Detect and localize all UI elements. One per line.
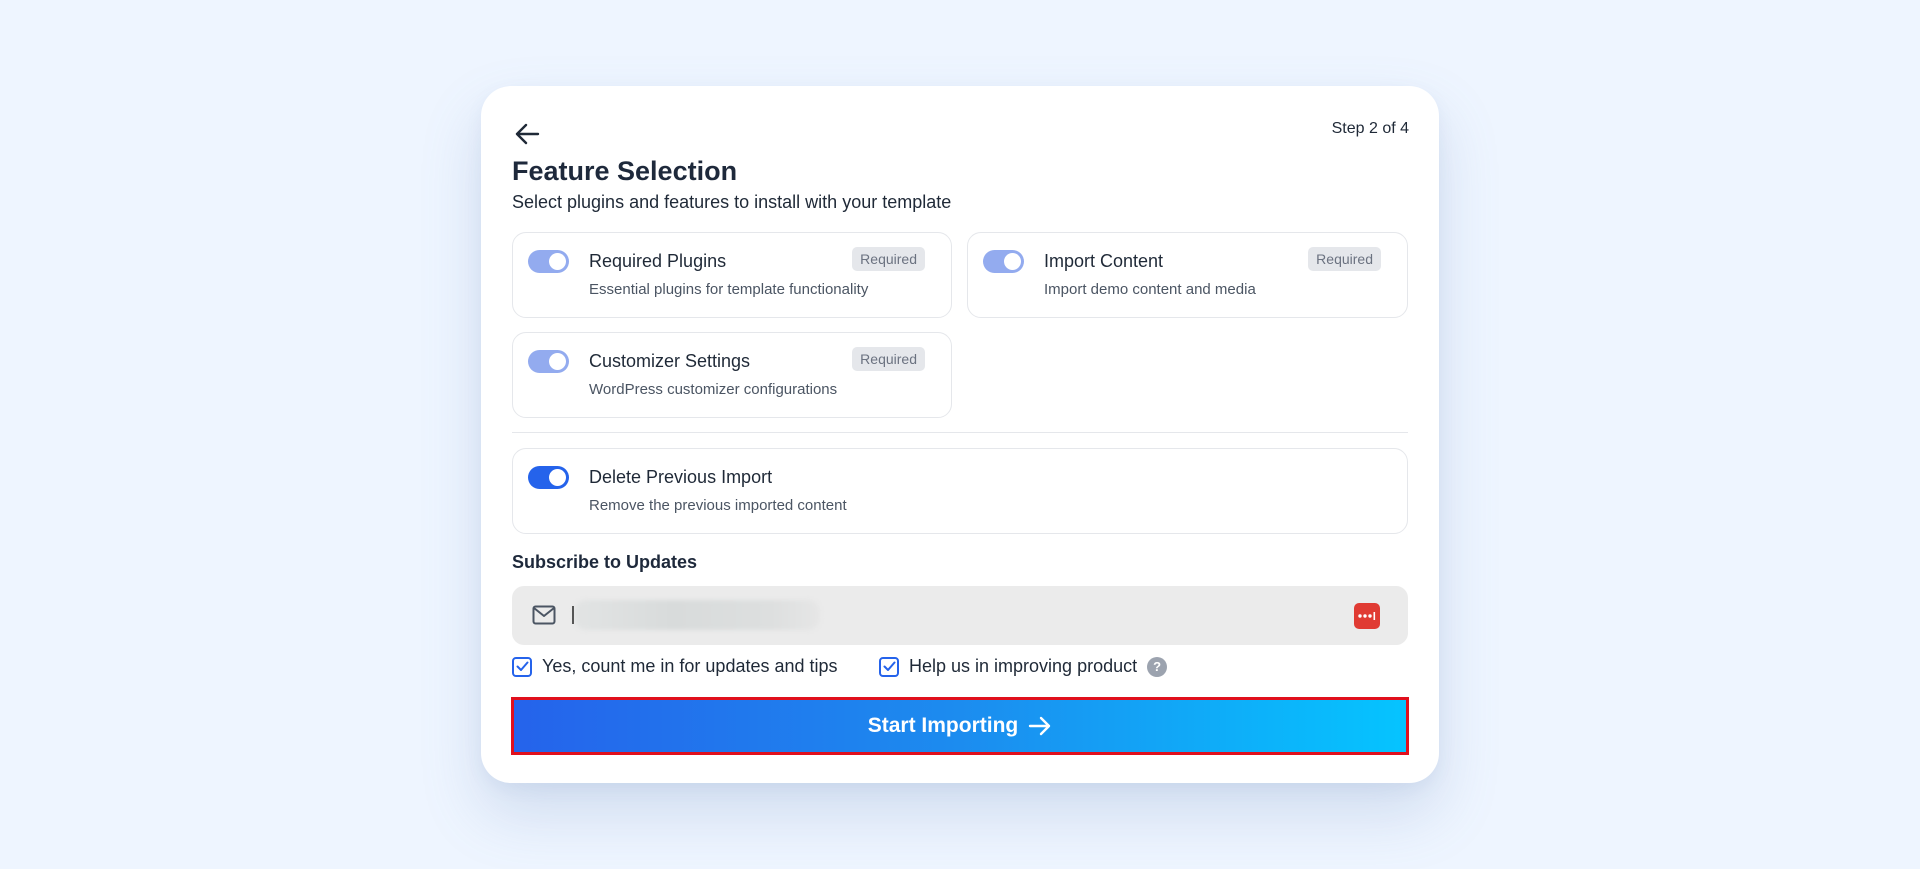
arrow-left-icon (515, 123, 540, 145)
delete-previous-import-toggle[interactable] (528, 466, 569, 489)
feature-name: Required Plugins (589, 251, 727, 271)
start-importing-label: Start Importing (867, 714, 1019, 737)
arrow-right-icon (1028, 716, 1052, 736)
required-plugins-toggle (528, 250, 569, 273)
feature-name: Customizer Settings (589, 351, 751, 371)
customizer-settings-toggle (528, 350, 569, 373)
question-circle-icon[interactable]: ? (1147, 656, 1168, 677)
start-importing-button[interactable]: Start Importing (511, 697, 1409, 755)
dots-icon (1358, 612, 1376, 620)
step-indicator: Step 2 of 4 (1331, 120, 1409, 137)
required-badge: Required (852, 247, 925, 271)
updates-consent-checkbox[interactable]: Yes, count me in for updates and tips (512, 656, 838, 677)
feature-description: Essential plugins for template functiona… (589, 281, 869, 298)
updates-consent-label: Yes, count me in for updates and tips (542, 656, 838, 676)
feature-description: WordPress customizer configurations (589, 381, 838, 398)
feature-name: Delete Previous Import (589, 467, 773, 487)
required-badge: Required (852, 347, 925, 371)
feature-description: Import demo content and media (1044, 281, 1256, 298)
page-title: Feature Selection (512, 156, 738, 186)
consent-options: Yes, count me in for updates and tips He… (512, 656, 1408, 684)
feature-selection-card: Step 2 of 4 Feature Selection Select plu… (481, 86, 1439, 783)
checkbox-checked-icon[interactable] (879, 656, 899, 677)
feature-description: Remove the previous imported content (589, 497, 847, 514)
feature-card-customizer-settings: Customizer Settings WordPress customizer… (512, 332, 952, 418)
back-button[interactable] (511, 118, 543, 150)
required-badge: Required (1308, 247, 1381, 271)
page-subtitle: Select plugins and features to install w… (512, 192, 952, 212)
feature-card-import-content: Import Content Import demo content and m… (967, 232, 1408, 318)
feature-card-delete-previous-import: Delete Previous Import Remove the previo… (512, 448, 1408, 534)
subscribe-label: Subscribe to Updates (512, 552, 698, 572)
improve-product-checkbox[interactable]: Help us in improving product ? (879, 656, 1168, 677)
password-manager-icon[interactable] (1354, 603, 1380, 629)
improve-product-label: Help us in improving product (909, 656, 1138, 676)
email-field (512, 586, 1408, 645)
feature-card-required-plugins: Required Plugins Essential plugins for t… (512, 232, 952, 318)
feature-name: Import Content (1044, 251, 1164, 271)
mail-icon (532, 605, 556, 625)
section-divider (512, 432, 1408, 433)
import-content-toggle (983, 250, 1024, 273)
checkbox-checked-icon[interactable] (512, 656, 532, 677)
email-input[interactable] (572, 600, 1332, 632)
